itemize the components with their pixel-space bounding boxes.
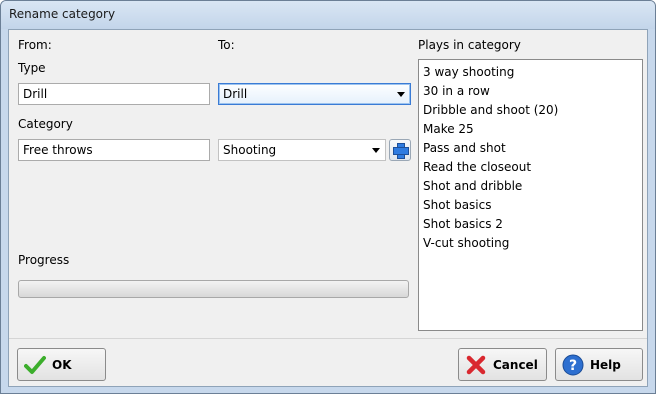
list-item[interactable]: Make 25 — [419, 120, 642, 139]
from-label: From: — [18, 38, 52, 52]
ok-button[interactable]: OK — [17, 348, 106, 381]
to-label: To: — [218, 38, 235, 52]
list-item[interactable]: Dribble and shoot (20) — [419, 101, 642, 120]
plays-list[interactable]: 3 way shooting 30 in a row Dribble and sho… — [418, 59, 643, 331]
progress-bar — [18, 280, 409, 298]
window-title: Rename category — [9, 7, 116, 21]
to-type-dropdown[interactable]: Drill — [218, 83, 411, 105]
category-label: Category — [18, 117, 73, 131]
dialog-body: From: To: Plays in category Type Drill D… — [8, 29, 648, 387]
chevron-down-icon — [397, 92, 405, 97]
list-item[interactable]: Shot basics — [419, 196, 642, 215]
list-item[interactable]: V-cut shooting — [419, 234, 642, 253]
chevron-down-icon — [372, 148, 380, 153]
plus-icon — [393, 143, 409, 159]
plays-in-category-label: Plays in category — [418, 38, 521, 52]
button-bar: OK Cancel ? Help — [9, 338, 647, 387]
help-button-label: Help — [590, 357, 621, 372]
title-bar: Rename category — [1, 1, 655, 29]
ok-button-label: OK — [52, 357, 72, 372]
help-button[interactable]: ? Help — [555, 348, 643, 381]
list-item[interactable]: Shot basics 2 — [419, 215, 642, 234]
from-category-field[interactable]: Free throws — [18, 139, 210, 161]
cancel-button[interactable]: Cancel — [458, 348, 547, 381]
list-item[interactable]: Shot and dribble — [419, 177, 642, 196]
list-item[interactable]: 30 in a row — [419, 82, 642, 101]
rename-category-dialog: Rename category From: To: Plays in categ… — [0, 0, 656, 394]
progress-label: Progress — [18, 253, 70, 267]
list-item[interactable]: Pass and shot — [419, 139, 642, 158]
svg-text:?: ? — [569, 358, 577, 374]
cancel-button-label: Cancel — [493, 357, 538, 372]
checkmark-icon — [24, 355, 46, 374]
list-item[interactable]: 3 way shooting — [419, 63, 642, 82]
from-type-field[interactable]: Drill — [18, 83, 210, 105]
type-label: Type — [18, 61, 46, 75]
to-category-value: Shooting — [223, 143, 277, 157]
plays-list-items: 3 way shooting 30 in a row Dribble and sho… — [419, 63, 642, 253]
to-category-dropdown[interactable]: Shooting — [218, 139, 386, 161]
to-type-value: Drill — [223, 87, 248, 101]
list-item[interactable]: Read the closeout — [419, 158, 642, 177]
question-icon: ? — [562, 354, 584, 375]
add-category-button[interactable] — [389, 139, 411, 161]
x-icon — [466, 355, 486, 374]
